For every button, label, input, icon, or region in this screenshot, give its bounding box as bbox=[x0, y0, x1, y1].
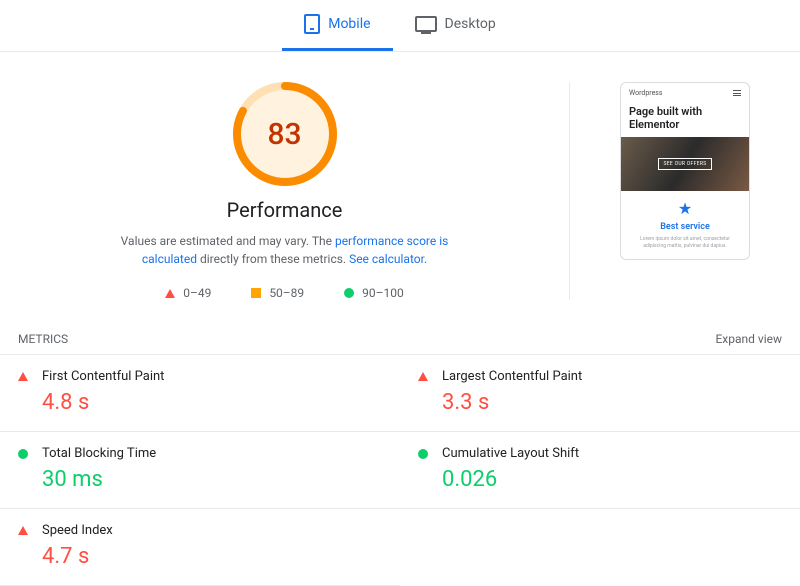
metric-value: 0.026 bbox=[442, 467, 579, 492]
metrics-title: METRICS bbox=[18, 332, 68, 346]
metric-lcp: Largest Contentful Paint 3.3 s bbox=[400, 355, 800, 432]
score-legend: 0–49 50–89 90–100 bbox=[165, 286, 404, 300]
metric-name: First Contentful Paint bbox=[42, 369, 164, 384]
circle-icon bbox=[18, 449, 28, 459]
metric-name: Cumulative Layout Shift bbox=[442, 446, 579, 461]
legend-fail: 0–49 bbox=[165, 286, 211, 300]
metric-name: Largest Contentful Paint bbox=[442, 369, 582, 384]
square-icon bbox=[251, 288, 261, 298]
desktop-icon bbox=[415, 16, 437, 32]
star-icon: ★ bbox=[621, 191, 749, 222]
metrics-grid: First Contentful Paint 4.8 s Largest Con… bbox=[0, 355, 800, 586]
metric-value: 4.8 s bbox=[42, 390, 164, 415]
tab-desktop[interactable]: Desktop bbox=[393, 0, 518, 51]
tab-mobile-label: Mobile bbox=[328, 16, 370, 32]
device-tabs: Mobile Desktop bbox=[0, 0, 800, 52]
triangle-icon bbox=[165, 289, 175, 298]
preview-brand: Wordpress bbox=[629, 89, 663, 97]
score-column: 83 Performance Values are estimated and … bbox=[20, 82, 570, 300]
metric-si: Speed Index 4.7 s bbox=[0, 509, 400, 586]
score-note: Values are estimated and may vary. The p… bbox=[105, 232, 465, 268]
metric-fcp: First Contentful Paint 4.8 s bbox=[0, 355, 400, 432]
hamburger-icon bbox=[733, 90, 741, 96]
summary-row: 83 Performance Values are estimated and … bbox=[0, 52, 800, 324]
mobile-icon bbox=[304, 14, 320, 34]
metric-name: Total Blocking Time bbox=[42, 446, 156, 461]
preview-service: Best service bbox=[621, 222, 749, 232]
metric-value: 4.7 s bbox=[42, 544, 113, 569]
metric-tbt: Total Blocking Time 30 ms bbox=[0, 432, 400, 509]
legend-avg: 50–89 bbox=[251, 286, 304, 300]
link-see-calculator[interactable]: See calculator bbox=[349, 252, 424, 266]
preview-lorem: Lorem ipsum dolor sit amet, consectetur … bbox=[621, 232, 749, 259]
score-gauge: 83 bbox=[233, 82, 337, 186]
triangle-icon bbox=[418, 372, 428, 381]
expand-view[interactable]: Expand view bbox=[715, 332, 782, 346]
circle-icon bbox=[418, 449, 428, 459]
preview-hero: SEE OUR OFFERS bbox=[621, 137, 749, 191]
triangle-icon bbox=[18, 526, 28, 535]
metric-cls: Cumulative Layout Shift 0.026 bbox=[400, 432, 800, 509]
preview-title: Page built with Elementor bbox=[621, 103, 749, 137]
score-value: 83 bbox=[233, 82, 337, 186]
legend-pass: 90–100 bbox=[344, 286, 404, 300]
tab-mobile[interactable]: Mobile bbox=[282, 0, 392, 51]
score-label: Performance bbox=[227, 198, 343, 222]
metric-value: 3.3 s bbox=[442, 390, 582, 415]
metrics-header: METRICS Expand view bbox=[0, 324, 800, 355]
preview-column: Wordpress Page built with Elementor SEE … bbox=[570, 82, 780, 300]
circle-icon bbox=[344, 288, 354, 298]
metric-value: 30 ms bbox=[42, 467, 156, 492]
page-preview: Wordpress Page built with Elementor SEE … bbox=[620, 82, 750, 260]
preview-cta: SEE OUR OFFERS bbox=[658, 158, 713, 170]
preview-header: Wordpress bbox=[621, 83, 749, 103]
triangle-icon bbox=[18, 372, 28, 381]
tab-desktop-label: Desktop bbox=[445, 16, 496, 32]
